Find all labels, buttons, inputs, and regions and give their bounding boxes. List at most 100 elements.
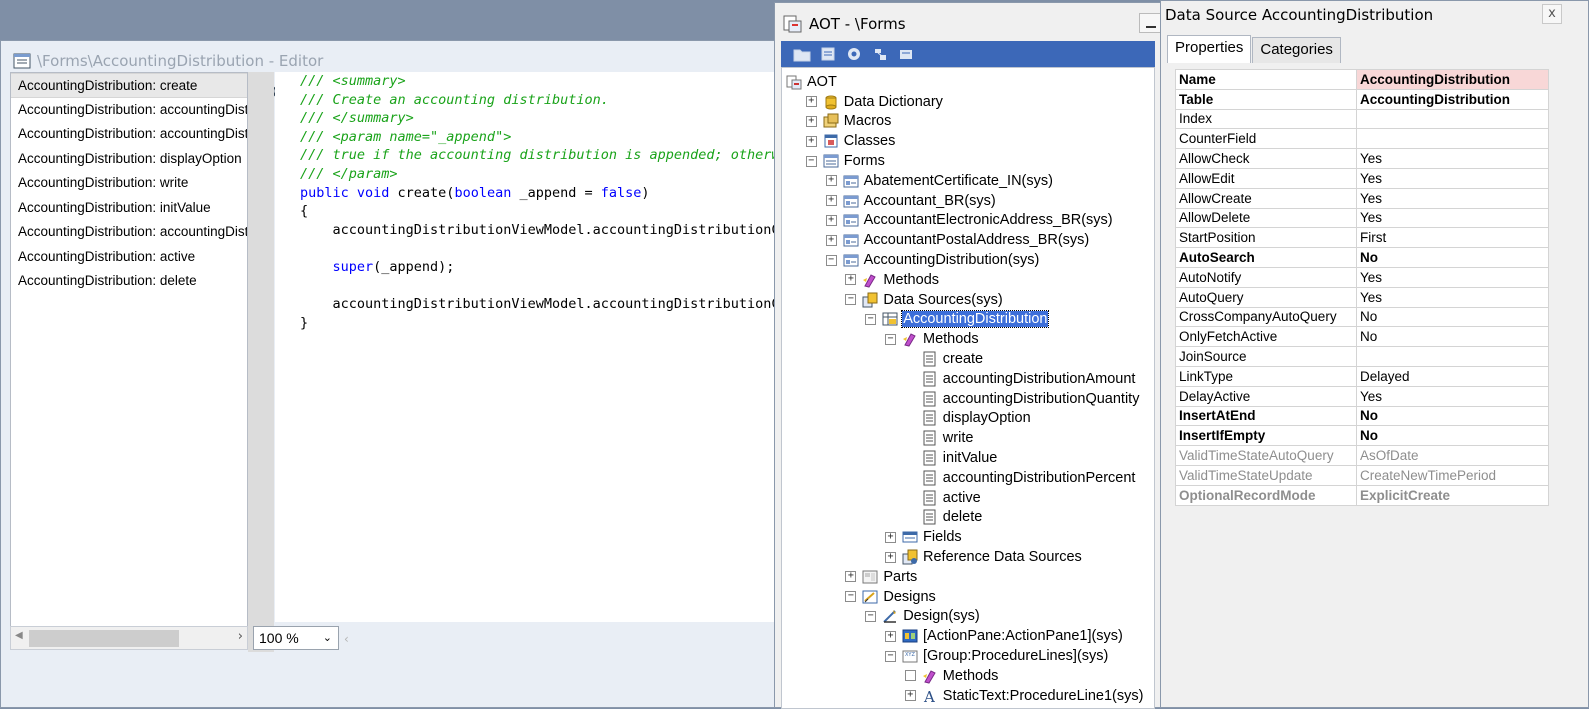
- export-icon[interactable]: [895, 43, 917, 65]
- property-row[interactable]: InsertAtEnd No: [1175, 405, 1549, 427]
- tree-node[interactable]: + A StaticText:ProcedureLine1(sys): [904, 686, 1145, 706]
- property-value[interactable]: First: [1356, 227, 1549, 249]
- import-icon[interactable]: [869, 43, 891, 65]
- tree-node[interactable]: − AccountingDistribution: [865, 310, 1050, 330]
- method-list-item[interactable]: AccountingDistribution: accountingDistri…: [11, 122, 247, 147]
- property-value[interactable]: Yes: [1356, 266, 1549, 288]
- expand-icon[interactable]: +: [805, 135, 817, 147]
- collapse-icon[interactable]: −: [845, 591, 857, 603]
- property-row[interactable]: JoinSource: [1175, 346, 1549, 367]
- property-value[interactable]: [1356, 346, 1549, 367]
- properties-titlebar[interactable]: Data Source AccountingDistribution: [1161, 1, 1588, 29]
- collapse-icon[interactable]: −: [805, 155, 817, 167]
- collapse-icon[interactable]: −: [885, 333, 896, 345]
- collapse-icon[interactable]: −: [885, 650, 896, 662]
- tree-node[interactable]: − Data Sources(sys): [845, 290, 1003, 310]
- expand-icon[interactable]: +: [904, 690, 916, 702]
- tree-node[interactable]: + Reference Data Sources: [885, 547, 1083, 567]
- compile-node-icon[interactable]: [843, 43, 865, 65]
- code-text[interactable]: /// <summary> /// Create an accounting di…: [275, 72, 800, 332]
- tree-node[interactable]: initValue: [905, 448, 999, 468]
- collapse-icon[interactable]: −: [825, 254, 837, 266]
- method-list-item[interactable]: AccountingDistribution: write: [11, 171, 247, 196]
- property-value[interactable]: Yes: [1356, 385, 1549, 407]
- expand-icon[interactable]: +: [845, 274, 857, 286]
- expand-icon[interactable]: +: [885, 630, 896, 642]
- aot-titlebar[interactable]: AOT - \Forms: [775, 3, 1161, 45]
- property-row[interactable]: CounterField: [1175, 128, 1549, 150]
- property-row[interactable]: AutoSearch No: [1175, 247, 1549, 268]
- expand-icon[interactable]: +: [825, 175, 837, 187]
- tree-node[interactable]: + Parts: [845, 567, 918, 587]
- property-value[interactable]: Yes: [1356, 148, 1549, 169]
- property-row[interactable]: Table AccountingDistribution: [1175, 88, 1549, 110]
- tree-node[interactable]: + Fields: [885, 527, 963, 547]
- tree-node[interactable]: − XYZ [Group:ProcedureLines](sys): [885, 646, 1109, 666]
- tree-node[interactable]: + AccountantPostalAddress_BR(sys): [825, 230, 1091, 250]
- aot-minimize-button[interactable]: [1139, 13, 1161, 33]
- property-value[interactable]: [1356, 108, 1549, 130]
- tree-node[interactable]: − Forms: [805, 151, 886, 171]
- method-list-item[interactable]: AccountingDistribution: active: [11, 245, 247, 270]
- tree-node[interactable]: − Design(sys): [865, 607, 981, 627]
- collapse-icon[interactable]: −: [845, 294, 857, 306]
- property-row[interactable]: CrossCompanyAutoQuery No: [1175, 306, 1549, 328]
- method-list-item[interactable]: AccountingDistribution: accountingDistri…: [11, 98, 247, 123]
- tree-node[interactable]: accountingDistributionAmount: [905, 369, 1137, 389]
- property-row[interactable]: OnlyFetchActive No: [1175, 326, 1549, 348]
- scrollbar-thumb[interactable]: [29, 630, 179, 647]
- tree-node[interactable]: + Data Dictionary: [805, 92, 944, 112]
- tree-node[interactable]: + Classes: [805, 131, 897, 151]
- expand-icon[interactable]: +: [825, 214, 837, 226]
- open-folder-icon[interactable]: [791, 43, 813, 65]
- property-value[interactable]: CreateNewTimePeriod: [1356, 464, 1549, 486]
- tree-node[interactable]: − Designs: [845, 587, 936, 607]
- collapse-icon[interactable]: −: [865, 610, 877, 622]
- tree-node[interactable]: − Methods: [885, 329, 980, 349]
- expand-icon[interactable]: +: [885, 551, 896, 563]
- method-list-item[interactable]: AccountingDistribution: accountingDistri…: [11, 220, 247, 245]
- tree-node[interactable]: + AccountantElectronicAddress_BR(sys): [825, 211, 1114, 231]
- tree-node[interactable]: accountingDistributionQuantity: [905, 389, 1141, 409]
- property-value[interactable]: No: [1356, 425, 1549, 447]
- method-list-hscrollbar[interactable]: ◀ ›: [10, 626, 248, 650]
- tree-node[interactable]: + Macros: [805, 112, 893, 132]
- tree-node[interactable]: accountingDistributionPercent: [905, 468, 1137, 488]
- property-row[interactable]: AutoQuery Yes: [1175, 286, 1549, 308]
- tree-node[interactable]: active: [905, 488, 982, 508]
- property-value[interactable]: No: [1356, 247, 1549, 268]
- property-row[interactable]: AllowCheck Yes: [1175, 148, 1549, 169]
- property-row[interactable]: OptionalRecordMode ExplicitCreate: [1175, 484, 1549, 506]
- property-value[interactable]: [1356, 128, 1549, 150]
- property-value[interactable]: Yes: [1356, 207, 1549, 229]
- collapse-icon[interactable]: −: [865, 313, 877, 325]
- property-row[interactable]: ValidTimeStateAutoQuery AsOfDate: [1175, 445, 1549, 466]
- property-row[interactable]: LinkType Delayed: [1175, 365, 1549, 387]
- scroll-left-icon[interactable]: ◀: [15, 630, 23, 641]
- property-row[interactable]: InsertIfEmpty No: [1175, 425, 1549, 447]
- property-value[interactable]: Delayed: [1356, 365, 1549, 387]
- tree-node[interactable]: + AbatementCertificate_IN(sys): [825, 171, 1054, 191]
- property-value[interactable]: AsOfDate: [1356, 445, 1549, 466]
- method-list-item[interactable]: AccountingDistribution: delete: [11, 269, 247, 294]
- property-row[interactable]: ValidTimeStateUpdate CreateNewTimePeriod: [1175, 464, 1549, 486]
- property-value[interactable]: Yes: [1356, 187, 1549, 209]
- code-editor[interactable]: /// <summary> /// Create an accounting di…: [275, 72, 800, 622]
- property-row[interactable]: AutoNotify Yes: [1175, 266, 1549, 288]
- expand-icon[interactable]: +: [825, 195, 837, 207]
- property-row[interactable]: AllowDelete Yes: [1175, 207, 1549, 229]
- property-row[interactable]: AllowCreate Yes: [1175, 187, 1549, 209]
- property-value[interactable]: No: [1356, 405, 1549, 427]
- property-value[interactable]: ExplicitCreate: [1356, 484, 1549, 506]
- property-row[interactable]: Name AccountingDistribution: [1175, 69, 1549, 90]
- expand-icon[interactable]: +: [805, 96, 817, 108]
- code-scroll-left-icon[interactable]: ‹: [344, 632, 349, 646]
- tab-properties[interactable]: Properties: [1167, 35, 1252, 63]
- method-list-item[interactable]: AccountingDistribution: initValue: [11, 196, 247, 221]
- expand-icon[interactable]: +: [885, 531, 896, 543]
- tree-node[interactable]: write: [905, 428, 975, 448]
- close-button[interactable]: x: [1542, 4, 1562, 24]
- tree-node[interactable]: AOT: [786, 72, 838, 92]
- property-row[interactable]: AllowEdit Yes: [1175, 167, 1549, 189]
- property-value[interactable]: AccountingDistribution: [1356, 88, 1549, 110]
